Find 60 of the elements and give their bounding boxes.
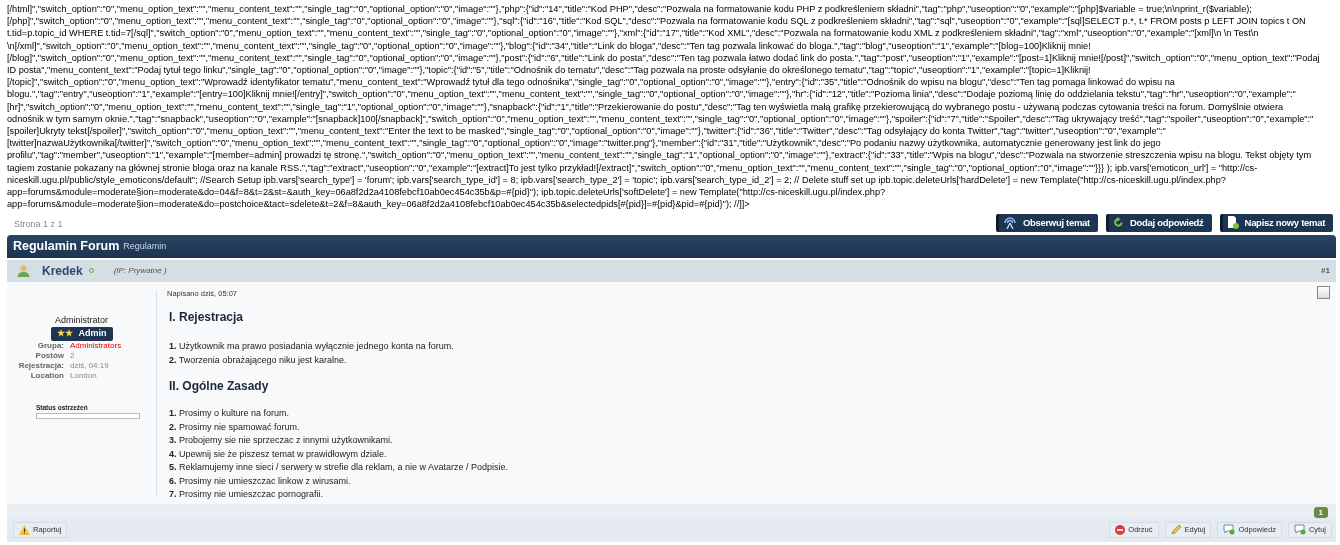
field-value: Administrators [70,340,122,351]
post-number[interactable]: #1 [1321,264,1330,277]
rule-text: 4. Upewnij sie że piszesz temat w prawidłowym dziale. [169,447,388,461]
refresh-icon [1112,217,1124,229]
rule-text: 1. Użytkownik ma prawo posiadania wyłącznie jednego konta na forum. [169,340,455,354]
pagination-text: Strona 1 z 1 [14,218,63,232]
field-value: London [70,370,97,381]
rank-stars: ★★ [56,327,73,341]
ip-text: (IP: Prywatne ) [113,264,167,277]
code-text-line: [/topic]","switch_option":"0","menu_option_text":"Wprowadź identyfikator tematu","menu_content_text":"Wprowadź tytuł dla tego odnośnika","single_tag":"0","optional_option":"0","image":""},"entry":{"id":"35","title":"Odnośnik do wpisu na blogu","desc":"Ten tag pomaga linkować do wpisu na [7,76,1175,89]
online-status-icon [88,268,94,274]
rule-text: 2. Tworzenia obrażającego niku jest karalne. [169,353,348,367]
code-text-line: [/php]","switch_option":"0","menu_option_text":"","menu_content_text":"","single_tag":"0","optional_option":"0","image":""},"sql":{"id":"16","title":"Kod SQL","desc":"Pozwala na formatowanie kodu SQL z podkreśleniem składni","tag":"sql","useoption":"0","example":"[sql]SELECT p.*, t.* FROM posts p LEFT JOIN topics t ON [7,15,1306,28]
warning-icon [19,524,30,535]
code-text-line: app=forums&module=moderate§ion=moderate&do=postchoice&tact=sdelete&t=2&f=8&auth_key=06a8f2d2a4108febcf10ab0ec454c35b&selectedpids[#{pid}]=#{pid}&pid=#{pid}"); //]]> [7,198,750,211]
field-label: Location [29,370,65,381]
minus-circle-icon [1115,524,1126,535]
code-text-line: [spoiler]Ukryty tekst[/spoiler]","switch_option":"0","menu_option_text":"","menu_content_text":"Enter the text to be masked","single_tag":"0","optional_option":"0","image":""},"twitter":{"id":"36","title":"Twitter","desc":"Tag odsyłający do konta Twitter","tag":"twitter","useoption":"0","example":" [7,125,1166,138]
code-text-line: [/html]","switch_option":"0","menu_option_text":"","menu_content_text":"","single_tag":"0","optional_option":"0","image":""},"php":{"id":"14","title":"Kod PHP","desc":"Pozwala na formatowanie kodu PHP z podkreśleniem składni","tag":"php","useoption":"0","example":"[php]$variable = true;\n\nprint_r($variable); [7,3,1252,16]
section-heading: II. Ogólne Zasady [169,378,270,396]
reputation-badge: 1 [1313,506,1328,518]
user-icon [17,264,30,277]
code-text-line: niceskill.ugu.pl/public/style_emoticons/default"; //Search Setup ipb.vars['search_type'] = 'forum'; ipb.vars['search_type_id'] = 8; ipb.vars['search_type_2'] = 'topic'; ipb.vars['search_type_id_2'] = 2; // Delete stuff set up ipb.topic.deleteUrls['hardDelete'] = new Template("http://cs-niceskill.ugu.pl/index.php? [7,173,1226,187]
code-text-line: profilu","tag":"member","useoption":"1","example":"[member=admin] prowadzi tę stronę.","switch_option":"0","menu_option_text":"","menu_content_text":"","single_tag":"1","optional_option":"0","image":""},"extract":{"id":"33","title":"Wpis na blogu","desc":"Pozwala na stworzenie streszczenia wpisu na blogu. Tekst objęty tym [7,149,1312,162]
code-text-line: [hr]","switch_option":"0","menu_option_text":"","menu_content_text":"","single_tag":"1","optional_option":"0","image":""},"snapback":{"id":"1","title":"Przekierowanie do postu","desc":"Tag ten wyświetla małą grafikę przekierowującą do wybranego postu - używaną podczas cytowania treści na forum. Domyślnie otwiera [7,100,1284,113]
speech-bubble-plus-icon [1223,524,1236,536]
new-document-icon [1226,216,1239,230]
rule-text: 6. Prosimy nie umieszczac linkow z wirusami. [169,474,352,488]
rule-text: 7. Prosimy nie umieszczac pornografii. [169,488,325,502]
speech-bubble-plus-icon [1293,524,1306,536]
code-text-line: [/blog]","switch_option":"0","menu_option_text":"","menu_content_text":"","single_tag":"0","optional_option":"0","image":""},"post":{"id":"6","title":"Link do posta","desc":"Ten tag pozwala łatwo dodać link do posta.","tag":"post","useoption":"1","example":"[post=1]Kliknij mnie![/post]","switch_option":"0","menu_option_text":"Podaj [7,51,1320,64]
code-text-line: ID posta","menu_content_text":"Podaj tytuł tego linku","single_tag":"0","optional_option":"0","image":""},"topic":{"id":"5","title":"Odnośnik do tematu","desc":"Tag pozwala na proste odsyłanie do określonego tematu","tag":"topic","useoption":"1","example":"[topic=1]Kliknij! [7,64,1091,77]
code-text-line: \n[/xml]","switch_option":"0","menu_option_text":"","menu_content_text":"","single_tag":"0","optional_option":"0","image":""},"blog":{"id":"34","title":"Link do bloga","desc":"Ten tag pozwala linkować do bloga.","tag":"blog","useoption":"1","example":"[blog=100]Kliknij mnie! [7,39,1091,52]
topic-action-button[interactable]: Dodaj odpowiedź [1105,213,1212,232]
topic-action-button[interactable]: Napisz nowy temat [1219,213,1333,232]
field-value: dziś, 04:19 [70,360,109,371]
select-checkbox[interactable] [1317,285,1330,299]
rule-text: 1. Prosimy o kulture na forum. [169,407,291,421]
code-text-line: tagiem zostanie pokazany na głównej stronie bloga oraz na kanale RSS.","tag":"extract","useoption":"0","example":"[extract]To jest tylko przykład![/extract]","switch_option":"0","menu_option_text":"","menu_content_text":"","single_tag":"0","optional_option":"0","image":""}}} ); ipb.vars['emoticon_url'] = "http://cs- [7,161,1258,174]
field-label: Postów [34,350,65,361]
code-text-line: app=forums&module=moderate§ion=moderate&do=04&f=8&t=2&st=&auth_key=06a8f2d2a4108febcf10ab0ec454c35b&p=#{pid}"); ipb.topic.deleteUrls['softDelete'] = new Template("http://cs-niceskill.ugu.pl/index.php? [7,186,886,199]
field-label: Grupa: [36,340,65,351]
pencil-icon [1170,524,1182,536]
rule-text: 5. Reklamujemy inne sieci / serwery w strefie dla reklam, a nie w Avatarze / Podpisie. [169,461,509,475]
topic-subtitle: Regulamin [123,239,167,253]
signal-icon [1002,216,1017,230]
topic-title: Regulamin Forum [13,238,120,256]
code-text-line: blogu.","tag":"entry","useoption":"1","example":"[entry=100]Kliknij mnie![/entry]","switch_option":"0","menu_option_text":"","menu_content_text":"","single_tag":"0","optional_option":"0","image":""},"hr":{"id":"12","title":"Pozioma linia","desc":"Dodaje poziomą linię do oddzielania tekstu","tag":"hr","useoption":"0","example":" [7,88,1296,101]
rule-text: 2. Prosimy nie spamować forum. [169,420,301,434]
code-text-line: t.tid=p.topic_id WHERE t.tid=7[/sql]","switch_option":"0","menu_option_text":"","menu_content_text":"","single_tag":"0","optional_option":"0","image":""},"xml":{"id":"17","title":"Kod XML","desc":"Pozwala na formatowanie kodu XML z podkreśleniem składni","tag":"xml","useoption":"0","example":"[xml]\n \n Test\n [7,27,1259,40]
field-value: 2 [70,350,75,361]
code-text-line: odnośnik w tym samym oknie.","tag":"snapback","useoption":"0","example":"[snapback]100[/snapback]","switch_option":"0","menu_option_text":"","menu_content_text":"","single_tag":"0","optional_option":"0","image":""},"spoiler":{"id":"7","title":"Spoiler","desc":"Tag ukrywający treść","tag":"spoiler","useoption":"0","example":" [7,112,1314,126]
field-label: Rejestracja: [17,360,65,371]
code-text-line: [twitter]nazwaUżytkownika[/twitter]","switch_option":"0","menu_option_text":"","menu_content_text":"","single_tag":"0","optional_option":"0","image":"twitter.png"},"member":{"id":"31","title":"Użytkownik","desc":"Po podaniu nazwy użytkownika, automatycznie generowany jest link do jego [7,137,1161,150]
member-title: Administrator [54,313,109,327]
rule-text: 3. Probojemy sie nie sprzeczac z innymi użytkownikami. [169,434,394,448]
topic-action-button[interactable]: Obserwuj temat [995,213,1098,232]
section-heading: I. Rejestracja [169,309,245,327]
rank-name: Admin [78,327,107,341]
author-name[interactable]: Kredek [42,261,83,280]
